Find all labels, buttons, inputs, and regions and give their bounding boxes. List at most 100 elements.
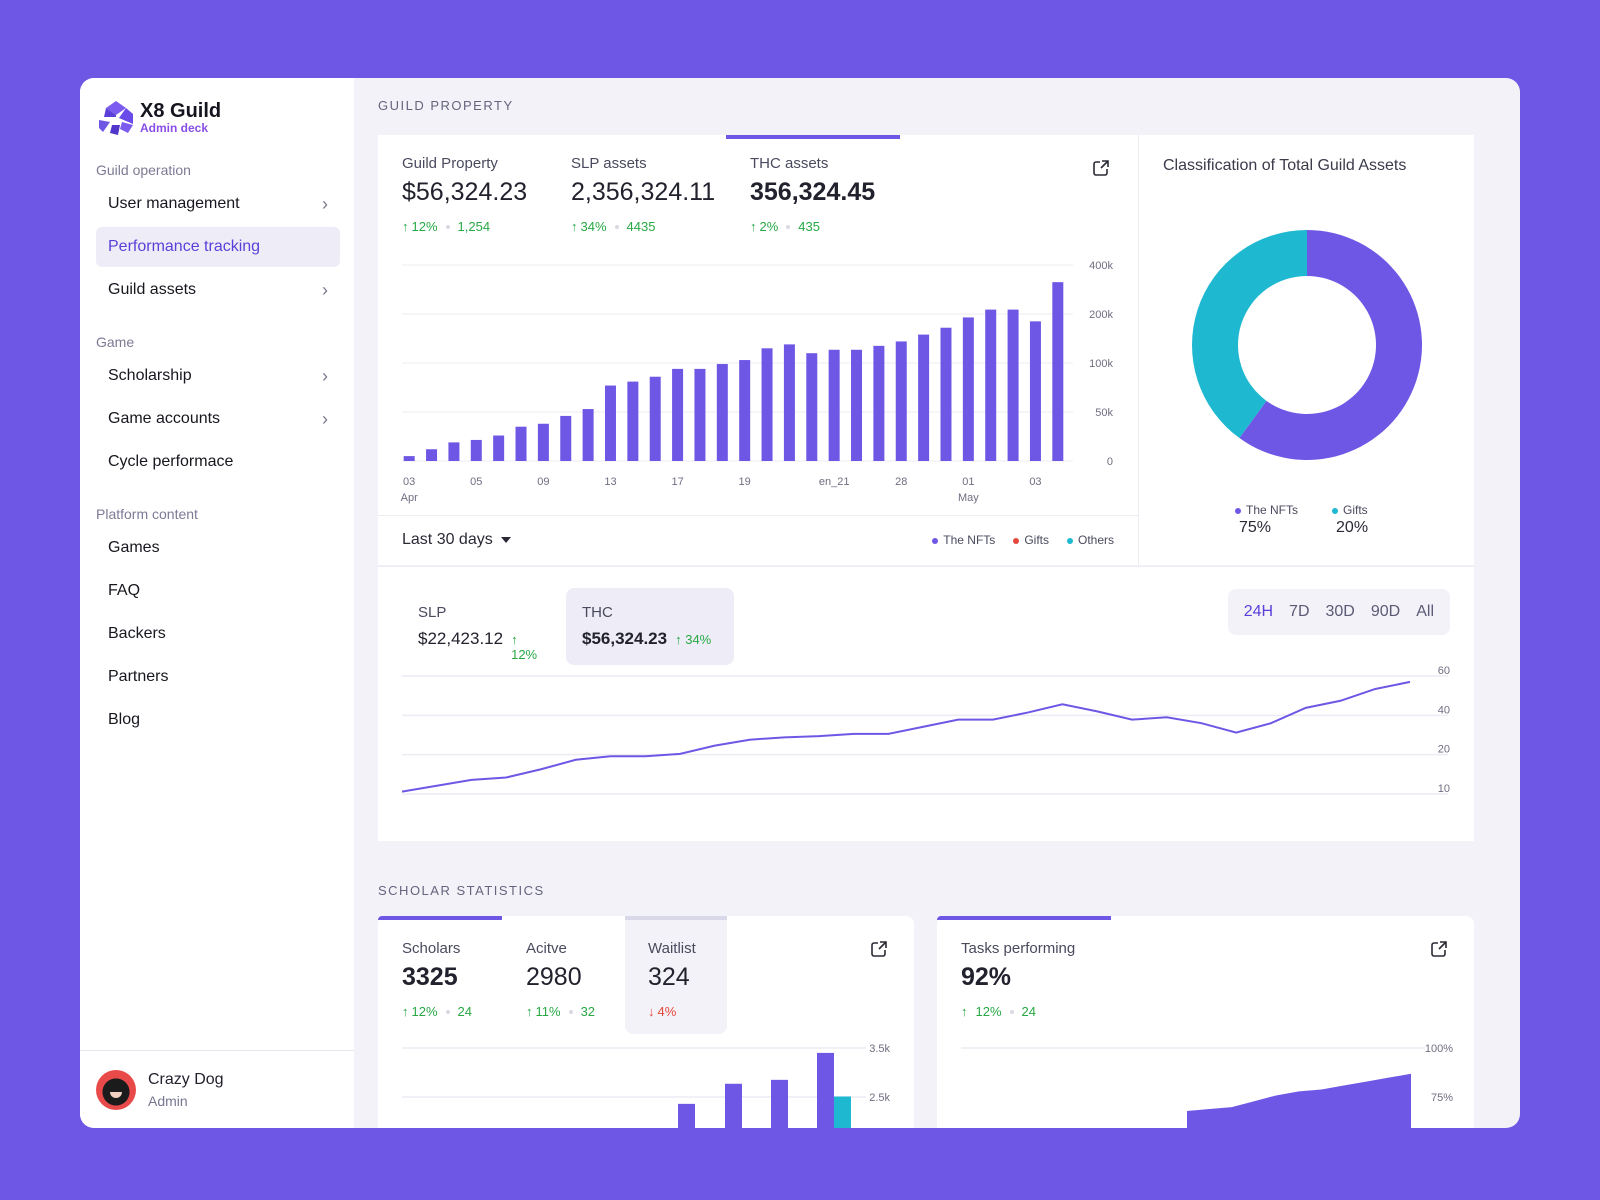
- guild-property-bar-chart: 0 50k 100k 200k 400k 03 Apr 05 09 13 17 19 en_21 28 01…: [401, 260, 1114, 504]
- y-tick-label: 60: [1438, 666, 1450, 677]
- x-tick-label: 19: [739, 476, 751, 488]
- external-link-icon[interactable]: [1430, 940, 1448, 958]
- tasks-area-chart: 100% 75%: [961, 1043, 1453, 1128]
- sidebar-item-label: FAQ: [108, 582, 141, 599]
- sidebar-item-label: Performance tracking: [108, 238, 261, 255]
- delta-percent: 12%: [511, 647, 538, 662]
- y-tick-label: 3.5k: [869, 1043, 890, 1055]
- bar-secondary: [834, 1096, 851, 1128]
- bar: [1029, 321, 1041, 461]
- legend-dot: [1235, 507, 1241, 514]
- section-title-guild-property: GUILD PROPERTY: [378, 98, 514, 113]
- sidebar-item-blog[interactable]: Blog: [96, 700, 340, 740]
- active-tab-indicator: [726, 135, 900, 139]
- tasks-area: [1187, 1073, 1411, 1128]
- sidebar-item-user-management[interactable]: User management ›: [96, 184, 340, 224]
- sidebar-item-backers[interactable]: Backers: [96, 614, 340, 654]
- stat-value: 356,324.45: [750, 178, 876, 206]
- bar: [873, 345, 885, 461]
- bar: [604, 385, 616, 461]
- donut-legend-item: Gifts 20%: [1332, 503, 1368, 537]
- bar: [448, 442, 460, 461]
- stat-tab-acitve[interactable]: Acitve 2980 ↑ 11% 32: [526, 940, 595, 1019]
- arrow-up-icon: ↑: [571, 219, 578, 234]
- divider: [378, 566, 1474, 567]
- stat-tab-scholars[interactable]: Scholars 3325 ↑ 12% 24: [402, 940, 472, 1019]
- classification-title: Classification of Total Guild Assets: [1163, 157, 1407, 174]
- bar: [716, 363, 728, 461]
- token-tab-thc[interactable]: THC $56,324.23 ↑ 34%: [566, 588, 734, 665]
- sidebar-item-label: Partners: [108, 668, 169, 685]
- user-profile[interactable]: Crazy Dog Admin: [80, 1050, 354, 1128]
- period-24h[interactable]: 24H: [1236, 603, 1281, 621]
- sidebar-item-scholarship[interactable]: Scholarship ›: [96, 356, 340, 396]
- stat-tab-thc-assets[interactable]: THC assets 356,324.45 ↑ 2% 435: [750, 155, 875, 234]
- sidebar-item-performance-tracking[interactable]: Performance tracking: [96, 227, 340, 267]
- external-link-icon[interactable]: [870, 940, 888, 958]
- stat-delta: ↑ 34% 4435: [571, 219, 715, 234]
- stat-tab-waitlist[interactable]: Waitlist 324 ↓ 4%: [648, 940, 696, 1019]
- stat-delta: ↑ 12% 24: [961, 1004, 1075, 1019]
- sidebar-item-partners[interactable]: Partners: [96, 657, 340, 697]
- legend-dot: [1066, 537, 1073, 544]
- arrow-up-icon: ↑: [961, 1004, 968, 1019]
- legend-label: The NFTs: [1246, 503, 1299, 517]
- y-tick-label: 40: [1438, 704, 1450, 716]
- x-tick-label: 17: [671, 476, 683, 488]
- bar: [739, 360, 751, 461]
- stat-tab-slp-assets[interactable]: SLP assets 2,356,324.11 ↑ 34% 4435: [571, 155, 715, 234]
- bar: [851, 349, 863, 461]
- stat-value: 3325: [402, 963, 458, 991]
- nav-section-label: Game: [96, 334, 135, 350]
- scholars-card: Scholars 3325 ↑ 12% 24 Acitve 2980 ↑ 11% 32 Waitli…: [378, 916, 914, 1128]
- sidebar-item-game-accounts[interactable]: Game accounts ›: [96, 399, 340, 439]
- donut-slice-gifts: [1192, 230, 1307, 439]
- bar: [426, 449, 438, 461]
- brand[interactable]: X8 Guild Admin deck: [98, 100, 221, 136]
- legend-label-row: The NFTs: [1235, 503, 1298, 517]
- legend-label: Others: [1077, 533, 1114, 547]
- period-all[interactable]: All: [1408, 603, 1442, 621]
- period-30d[interactable]: 30D: [1318, 603, 1363, 621]
- chevron-right-icon: ›: [322, 408, 328, 429]
- y-tick-label: 400k: [1089, 260, 1113, 272]
- bar: [470, 439, 482, 461]
- delta-percent: 34%: [685, 632, 712, 647]
- token-name: THC: [582, 604, 613, 621]
- bar: [1052, 282, 1064, 461]
- period-7d[interactable]: 7D: [1281, 603, 1317, 621]
- delta-percent: 11%: [535, 1004, 561, 1019]
- stat-delta: ↓ 4%: [648, 1004, 696, 1019]
- legend-dot: [1332, 507, 1339, 514]
- sidebar-item-label: Game accounts: [108, 410, 221, 427]
- legend-value: 75%: [1239, 519, 1272, 536]
- sidebar-item-guild-assets[interactable]: Guild assets ›: [96, 270, 340, 310]
- date-range-dropdown[interactable]: Last 30 days: [402, 531, 511, 549]
- token-tab-slp[interactable]: SLP $22,423.12 ↑ 12%: [402, 588, 562, 678]
- stat-tab-guild-property[interactable]: Guild Property $56,324.23 ↑ 12% 1,254: [402, 155, 527, 234]
- token-value-row: $56,324.23 ↑ 34%: [582, 629, 718, 649]
- bar: [817, 1052, 834, 1128]
- x-tick-label: 05: [470, 476, 482, 488]
- stat-label: Waitlist: [648, 940, 696, 957]
- tasks-stat[interactable]: Tasks performing 92% ↑ 12% 24: [961, 940, 1075, 1019]
- y-tick-label: 200k: [1089, 309, 1113, 321]
- token-name: SLP: [418, 604, 447, 621]
- x-tick-label: en_21: [819, 476, 850, 488]
- x-tick-label: 03: [1029, 476, 1041, 488]
- sidebar-item-games[interactable]: Games: [96, 528, 340, 568]
- sidebar-item-cycle-performace[interactable]: Cycle performace: [96, 442, 340, 482]
- sidebar-item-faq[interactable]: FAQ: [96, 571, 340, 611]
- stat-label: Acitve: [526, 940, 567, 957]
- period-90d[interactable]: 90D: [1363, 603, 1408, 621]
- bar: [771, 1079, 788, 1128]
- y-tick-label: 10: [1438, 783, 1450, 795]
- period-selector: 24H 7D 30D 90D All: [1227, 589, 1450, 635]
- caret-down-icon: [500, 537, 511, 543]
- external-link-icon[interactable]: [1092, 159, 1110, 177]
- sidebar-item-label: Cycle performace: [108, 453, 234, 470]
- stat-label: SLP assets: [571, 155, 647, 172]
- bar: [918, 334, 930, 461]
- bar: [806, 353, 818, 461]
- bar: [560, 415, 572, 461]
